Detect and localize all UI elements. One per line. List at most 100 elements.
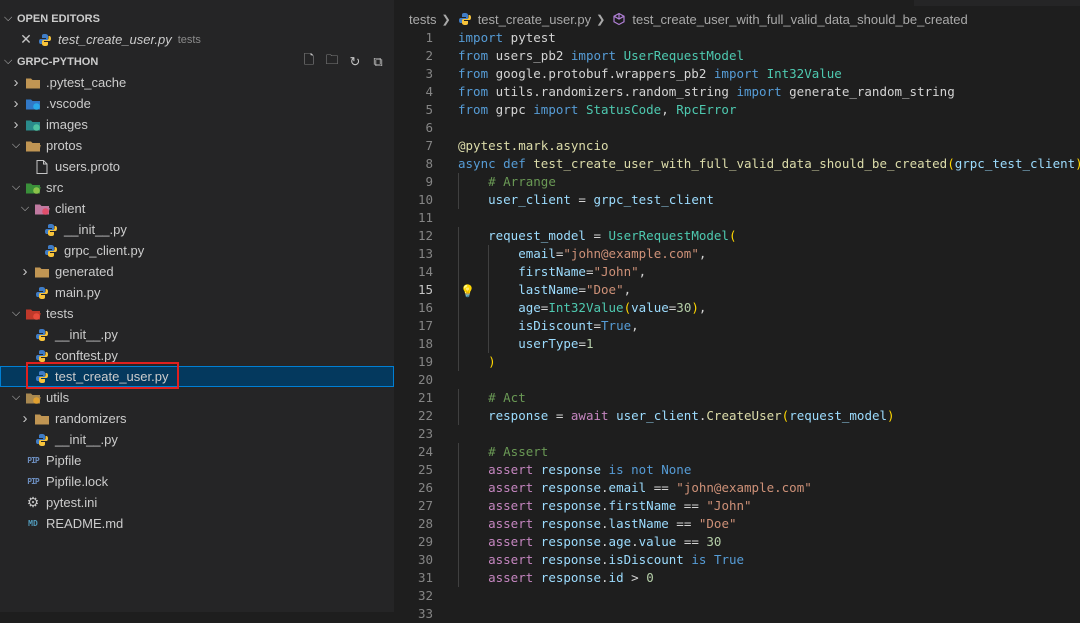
tree-item[interactable]: ⌵ src (0, 177, 394, 198)
tree-item[interactable]: ›main.py (0, 282, 394, 303)
code-line[interactable]: 26 assert response.email == "john@exampl… (394, 479, 1080, 497)
chevron-right-icon[interactable]: › (8, 116, 24, 133)
code-line[interactable]: 28 assert response.lastName == "Doe" (394, 515, 1080, 533)
chevron-right-icon: ❯ (596, 13, 606, 26)
pipfile-icon: PIP (27, 477, 39, 486)
python-icon (33, 432, 51, 448)
tree-item-label: generated (55, 264, 114, 279)
code-line[interactable]: 33 (394, 605, 1080, 623)
python-icon (33, 285, 51, 301)
code-line[interactable]: 29 assert response.age.value == 30 (394, 533, 1080, 551)
line-number: 11 (417, 210, 433, 225)
close-icon[interactable]: ✕ (18, 31, 34, 48)
tree-item-label: grpc_client.py (64, 243, 145, 258)
code-line[interactable]: 1 import pytest (394, 29, 1080, 47)
code-line[interactable]: 4 from utils.randomizers.random_string im… (394, 83, 1080, 101)
code-line[interactable]: 15 💡 lastName="Doe", (394, 281, 1080, 299)
line-number: 27 (417, 498, 433, 513)
tree-item[interactable]: ›PIPPipfile.lock (0, 471, 394, 492)
code-line[interactable]: 32 (394, 587, 1080, 605)
tree-item-label: .vscode (46, 96, 91, 111)
code-line[interactable]: 10 user_client = grpc_test_client (394, 191, 1080, 209)
tree-item[interactable]: ›__init__.py (0, 219, 394, 240)
collapse-all-icon[interactable]: ⧉ (368, 54, 388, 70)
tree-item[interactable]: ›conftest.py (0, 345, 394, 366)
chevron-down-icon[interactable]: ⌵ (8, 391, 24, 404)
code-text: from users_pb2 import UserRequestModel (458, 48, 745, 63)
line-number: 3 (425, 66, 433, 81)
code-text: user_client = grpc_test_client (488, 192, 714, 207)
code-line[interactable]: 3 from google.protobuf.wrappers_pb2 impor… (394, 65, 1080, 83)
code-line[interactable]: 22 response = await user_client.CreateUs… (394, 407, 1080, 425)
tree-item-label: images (46, 117, 88, 132)
code-line[interactable]: 8 async def test_create_user_with_full_va… (394, 155, 1080, 173)
code-line[interactable]: 31 assert response.id > 0 (394, 569, 1080, 587)
code-line[interactable]: 30 assert response.isDiscount is True (394, 551, 1080, 569)
tree-item-label: .pytest_cache (46, 75, 127, 90)
tree-item[interactable]: › randomizers (0, 408, 394, 429)
tree-item[interactable]: › generated (0, 261, 394, 282)
tree-item-label: __init__.py (55, 327, 118, 342)
code-line[interactable]: 25 assert response is not None (394, 461, 1080, 479)
code-line[interactable]: 19 ) (394, 353, 1080, 371)
tree-item[interactable]: ›__init__.py (0, 324, 394, 345)
code-line[interactable]: 21 # Act (394, 389, 1080, 407)
tree-item[interactable]: ›grpc_client.py (0, 240, 394, 261)
new-folder-icon[interactable]: 🗀 (322, 51, 342, 73)
code-line[interactable]: 14 firstName="John", (394, 263, 1080, 281)
code-line[interactable]: 5 from grpc import StatusCode, RpcError (394, 101, 1080, 119)
breadcrumb-folder[interactable]: tests (409, 12, 436, 27)
code-line[interactable]: 23 (394, 425, 1080, 443)
tree-item[interactable]: › images (0, 114, 394, 135)
chevron-right-icon[interactable]: › (8, 74, 24, 91)
code-line[interactable]: 16 age=Int32Value(value=30), (394, 299, 1080, 317)
python-icon (33, 369, 51, 385)
chevron-down-icon[interactable]: ⌵ (8, 139, 24, 152)
tree-item[interactable]: › .vscode (0, 93, 394, 114)
breadcrumb-file[interactable]: test_create_user.py (478, 12, 591, 27)
images-folder-icon (24, 117, 42, 133)
tree-item[interactable]: ›users.proto (0, 156, 394, 177)
code-line[interactable]: 6 (394, 119, 1080, 137)
code-line[interactable]: 20 (394, 371, 1080, 389)
code-line[interactable]: 17 isDiscount=True, (394, 317, 1080, 335)
tests-folder-icon (24, 306, 42, 322)
code-text: assert response.firstName == "John" (488, 498, 752, 513)
chevron-down-icon[interactable]: ⌵ (8, 181, 24, 194)
tree-item[interactable]: ⌵ client (0, 198, 394, 219)
tree-item[interactable]: ›⚙pytest.ini (0, 492, 394, 513)
chevron-right-icon[interactable]: › (8, 95, 24, 112)
code-line[interactable]: 9 # Arrange (394, 173, 1080, 191)
code-line[interactable]: 24 # Assert (394, 443, 1080, 461)
refresh-icon[interactable]: ↻ (345, 54, 365, 70)
code-line[interactable]: 18 userType=1 (394, 335, 1080, 353)
tree-item-label: __init__.py (55, 432, 118, 447)
chevron-down-icon[interactable]: ⌵ (8, 307, 24, 320)
tree-item[interactable]: › .pytest_cache (0, 72, 394, 93)
tree-item[interactable]: ›MDREADME.md (0, 513, 394, 534)
tree-item[interactable]: ⌵ protos (0, 135, 394, 156)
code-line[interactable]: 13 email="john@example.com", (394, 245, 1080, 263)
tree-item[interactable]: ⌵ tests (0, 303, 394, 324)
tree-item[interactable]: ›test_create_user.py (0, 366, 394, 387)
tree-item[interactable]: ›PIPPipfile (0, 450, 394, 471)
new-file-icon[interactable]: 🗋 (299, 51, 319, 73)
tree-item-label: pytest.ini (46, 495, 98, 510)
breadcrumb-symbol[interactable]: test_create_user_with_full_valid_data_sh… (632, 12, 967, 27)
tree-item[interactable]: ›__init__.py (0, 429, 394, 450)
code-line[interactable]: 2 from users_pb2 import UserRequestModel (394, 47, 1080, 65)
code-line[interactable]: 11 (394, 209, 1080, 227)
project-header[interactable]: ⌵ GRPC-PYTHON 🗋 🗀 ↻ ⧉ (0, 51, 394, 72)
open-editors-header[interactable]: ⌵ OPEN EDITORS (0, 8, 394, 29)
code-editor[interactable]: tests ❯ test_create_user.py ❯ test_creat… (394, 0, 1080, 621)
code-area[interactable]: 1 import pytest 2 from users_pb2 import Use… (394, 29, 1080, 623)
open-editor-item[interactable]: ✕ test_create_user.py tests (0, 29, 394, 50)
chevron-right-icon[interactable]: › (17, 263, 33, 280)
code-text: # Arrange (488, 174, 556, 189)
chevron-right-icon[interactable]: › (17, 410, 33, 427)
tree-item[interactable]: ⌵ utils (0, 387, 394, 408)
code-line[interactable]: 7 @pytest.mark.asyncio (394, 137, 1080, 155)
code-line[interactable]: 12 request_model = UserRequestModel( (394, 227, 1080, 245)
chevron-down-icon[interactable]: ⌵ (17, 202, 33, 215)
code-line[interactable]: 27 assert response.firstName == "John" (394, 497, 1080, 515)
